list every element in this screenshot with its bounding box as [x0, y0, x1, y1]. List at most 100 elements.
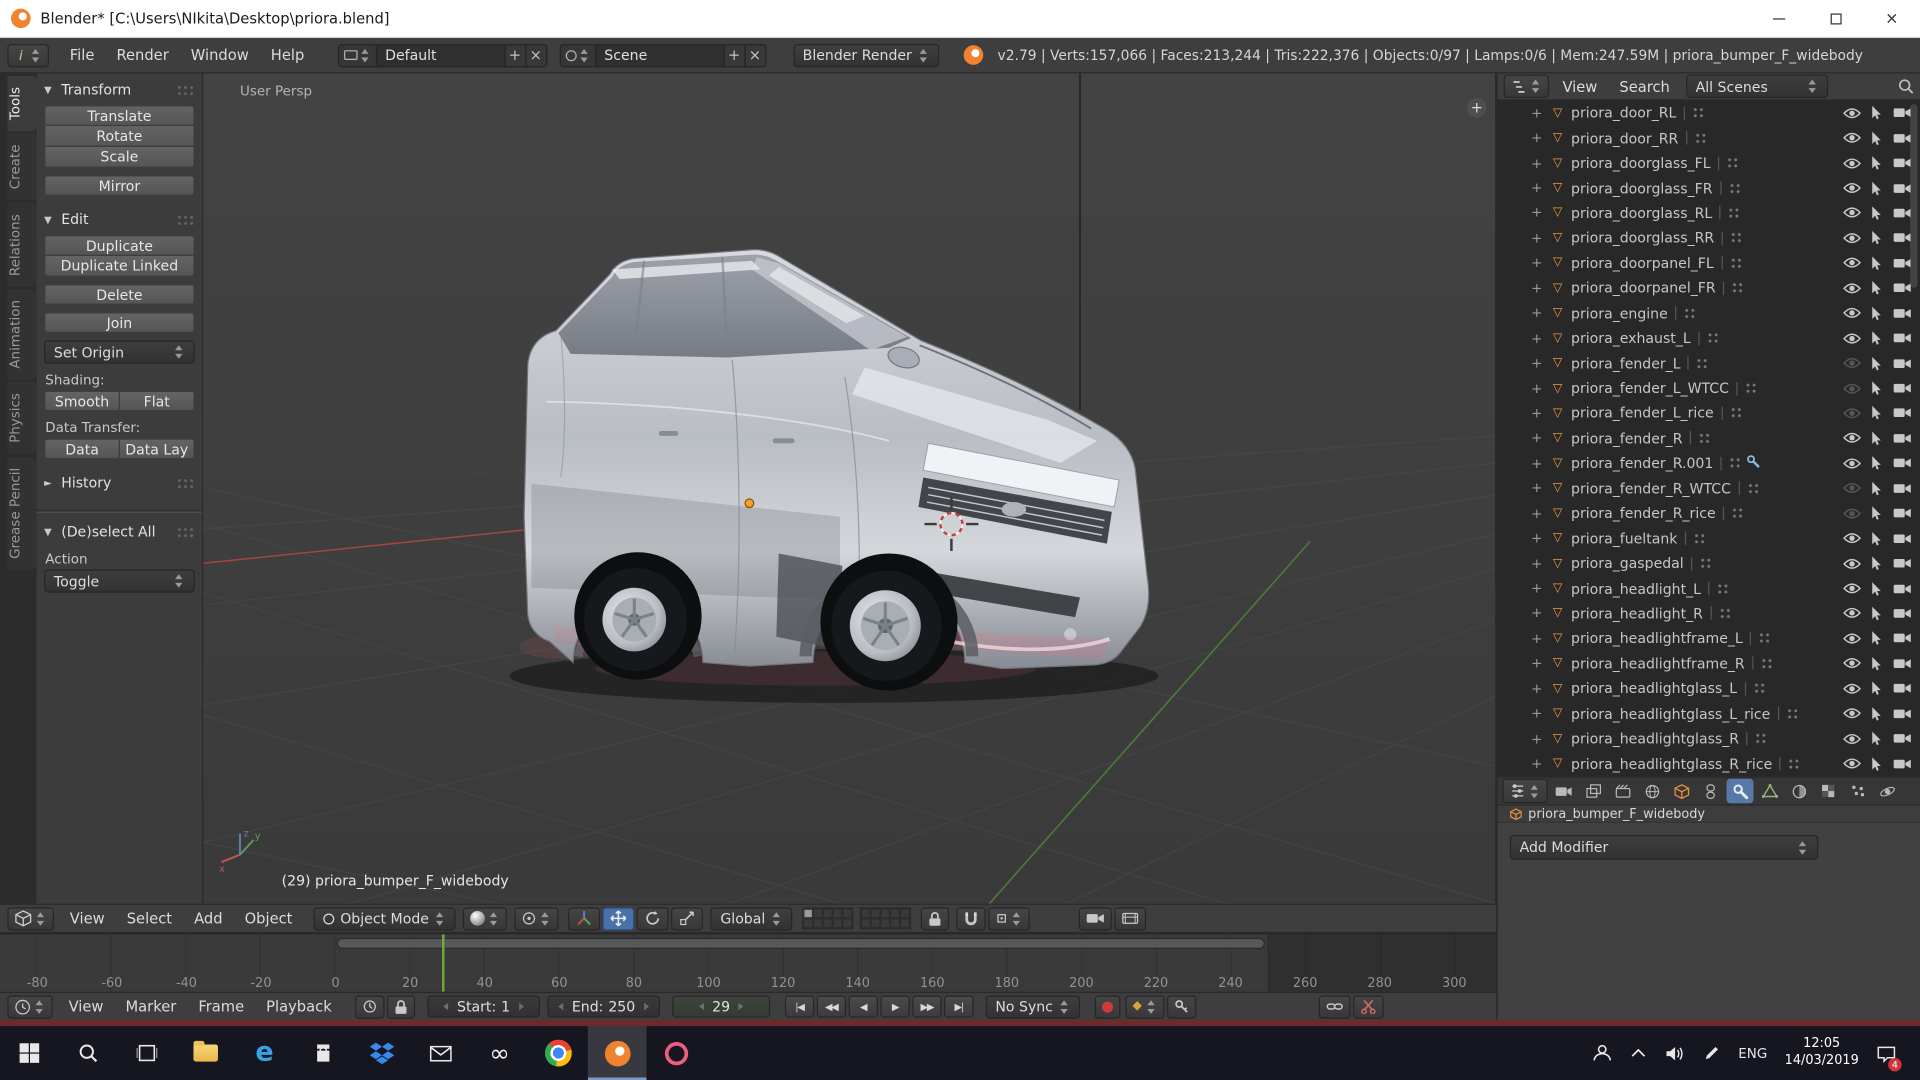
properties-tab-modifiers[interactable] — [1727, 779, 1754, 803]
outliner-item[interactable]: + ▽ priora_fueltank — [1498, 526, 1920, 551]
selectability-cursor-icon[interactable] — [1867, 656, 1885, 671]
transform-orientation-select[interactable]: Global — [711, 907, 793, 930]
outliner-item[interactable]: + ▽ priora_gaspedal — [1498, 551, 1920, 576]
visibility-eye-icon[interactable] — [1840, 582, 1862, 595]
menu-item[interactable]: View — [59, 910, 116, 927]
panel-header-history[interactable]: ► History — [44, 471, 195, 493]
expand-icon[interactable]: + — [1529, 430, 1544, 446]
renderability-camera-icon[interactable] — [1891, 482, 1913, 494]
selectability-cursor-icon[interactable] — [1867, 356, 1885, 371]
panel-drag-dots-icon[interactable] — [176, 477, 194, 488]
outliner-item[interactable]: + ▽ priora_doorglass_RL — [1498, 201, 1920, 226]
expand-icon[interactable]: + — [1529, 630, 1544, 646]
visibility-eye-icon[interactable] — [1840, 432, 1862, 445]
opengl-render-button[interactable] — [1079, 907, 1112, 930]
selectability-cursor-icon[interactable] — [1867, 406, 1885, 421]
expand-icon[interactable]: + — [1529, 130, 1544, 146]
menu-item[interactable]: Frame — [187, 998, 255, 1015]
visibility-eye-icon[interactable] — [1840, 181, 1862, 194]
panel-header-redo[interactable]: ▼ (De)select All — [44, 520, 195, 542]
visibility-eye-icon[interactable] — [1840, 757, 1862, 770]
renderability-camera-icon[interactable] — [1891, 507, 1913, 519]
task-view-button[interactable] — [118, 1026, 177, 1080]
auto-keyframe-button[interactable] — [1095, 995, 1121, 1018]
outliner-item[interactable]: + ▽ priora_headlight_L — [1498, 576, 1920, 601]
renderability-camera-icon[interactable] — [1891, 532, 1913, 544]
renderability-camera-icon[interactable] — [1891, 757, 1913, 769]
start-frame-field[interactable]: Start: 1 — [427, 996, 540, 1018]
start-button[interactable] — [0, 1026, 59, 1080]
current-frame-field[interactable]: 29 — [672, 996, 770, 1018]
editor-type-outliner-button[interactable] — [1504, 75, 1549, 98]
renderability-camera-icon[interactable] — [1891, 632, 1913, 644]
selectability-cursor-icon[interactable] — [1867, 381, 1885, 396]
renderability-camera-icon[interactable] — [1891, 557, 1913, 569]
tool-button[interactable]: Duplicate Linked — [44, 256, 195, 277]
mirror-button[interactable]: Mirror — [44, 175, 195, 196]
sync-mode-select[interactable]: No Sync — [986, 995, 1080, 1018]
layers-widget[interactable] — [802, 907, 911, 929]
play-button[interactable]: ▶ — [880, 996, 909, 1018]
join-button[interactable]: Join — [44, 312, 195, 333]
outliner-item[interactable]: + ▽ priora_door_RL — [1498, 100, 1920, 125]
visibility-eye-icon[interactable] — [1840, 406, 1862, 419]
end-frame-field[interactable]: End: 250 — [547, 996, 660, 1018]
scene-name[interactable]: Scene — [596, 47, 723, 64]
outliner-item[interactable]: + ▽ priora_fender_L_WTCC — [1498, 376, 1920, 401]
translate-manipulator-button[interactable] — [603, 907, 635, 930]
outliner-item[interactable]: + ▽ priora_exhaust_L — [1498, 326, 1920, 351]
expand-icon[interactable]: + — [1529, 605, 1544, 621]
visibility-eye-icon[interactable] — [1840, 381, 1862, 394]
outliner-item[interactable]: + ▽ priora_headlightglass_L — [1498, 676, 1920, 701]
data-lay-button[interactable]: Data Lay — [120, 438, 195, 459]
visibility-eye-icon[interactable] — [1840, 532, 1862, 545]
outliner-item[interactable]: + ▽ priora_door_RR — [1498, 125, 1920, 150]
outliner-item[interactable]: + ▽ priora_doorglass_RR — [1498, 226, 1920, 251]
visibility-eye-icon[interactable] — [1840, 507, 1862, 520]
renderability-camera-icon[interactable] — [1891, 707, 1913, 719]
file-explorer-button[interactable] — [176, 1026, 235, 1080]
outliner-item[interactable]: + ▽ priora_fender_R_WTCC — [1498, 476, 1920, 501]
properties-tab-material[interactable] — [1785, 779, 1812, 803]
lock-to-scene-button[interactable] — [921, 907, 949, 930]
manipulator-toggle-button[interactable] — [569, 907, 601, 930]
previous-keyframe-button[interactable]: ◀◀ — [817, 996, 846, 1018]
show-hidden-icons-button[interactable] — [1621, 1026, 1658, 1080]
selectability-cursor-icon[interactable] — [1867, 681, 1885, 696]
renderability-camera-icon[interactable] — [1891, 732, 1913, 744]
editor-type-info-button[interactable]: i — [7, 43, 49, 66]
expand-icon[interactable]: + — [1529, 756, 1544, 772]
toolshelf-tab[interactable]: Tools — [7, 76, 36, 131]
properties-tab-render-layers[interactable] — [1580, 779, 1607, 803]
menu-item[interactable]: Render — [105, 47, 179, 64]
link-button[interactable] — [1318, 995, 1350, 1018]
viewport-shading-select[interactable] — [463, 907, 507, 930]
visibility-eye-icon[interactable] — [1840, 256, 1862, 269]
jump-to-end-button[interactable]: ▶| — [944, 996, 973, 1018]
add-scene-button[interactable]: + — [723, 45, 744, 66]
menu-item[interactable]: Window — [180, 47, 260, 64]
properties-tab-world[interactable] — [1638, 779, 1665, 803]
expand-icon[interactable]: + — [1529, 280, 1544, 296]
menu-item[interactable]: Search — [1608, 78, 1681, 95]
visibility-eye-icon[interactable] — [1840, 482, 1862, 495]
action-center-button[interactable]: 4 — [1869, 1026, 1906, 1080]
outliner-item[interactable]: + ▽ priora_headlightframe_R — [1498, 651, 1920, 676]
insert-keyframe-button[interactable] — [1166, 995, 1195, 1018]
selectability-cursor-icon[interactable] — [1867, 181, 1885, 196]
next-keyframe-button[interactable]: ▶▶ — [912, 996, 941, 1018]
selectability-cursor-icon[interactable] — [1867, 331, 1885, 346]
renderability-camera-icon[interactable] — [1891, 357, 1913, 369]
selectability-cursor-icon[interactable] — [1867, 506, 1885, 521]
visibility-eye-icon[interactable] — [1840, 607, 1862, 620]
snap-element-select[interactable] — [988, 907, 1030, 930]
outliner-item[interactable]: + ▽ priora_fender_R — [1498, 426, 1920, 451]
pen-settings-button[interactable] — [1694, 1026, 1731, 1080]
opengl-render-anim-button[interactable] — [1114, 907, 1146, 930]
visibility-eye-icon[interactable] — [1840, 281, 1862, 294]
expand-icon[interactable]: + — [1529, 505, 1544, 521]
selectability-cursor-icon[interactable] — [1867, 306, 1885, 321]
expand-icon[interactable]: + — [1529, 380, 1544, 396]
expand-icon[interactable]: + — [1529, 555, 1544, 571]
selectability-cursor-icon[interactable] — [1867, 256, 1885, 271]
